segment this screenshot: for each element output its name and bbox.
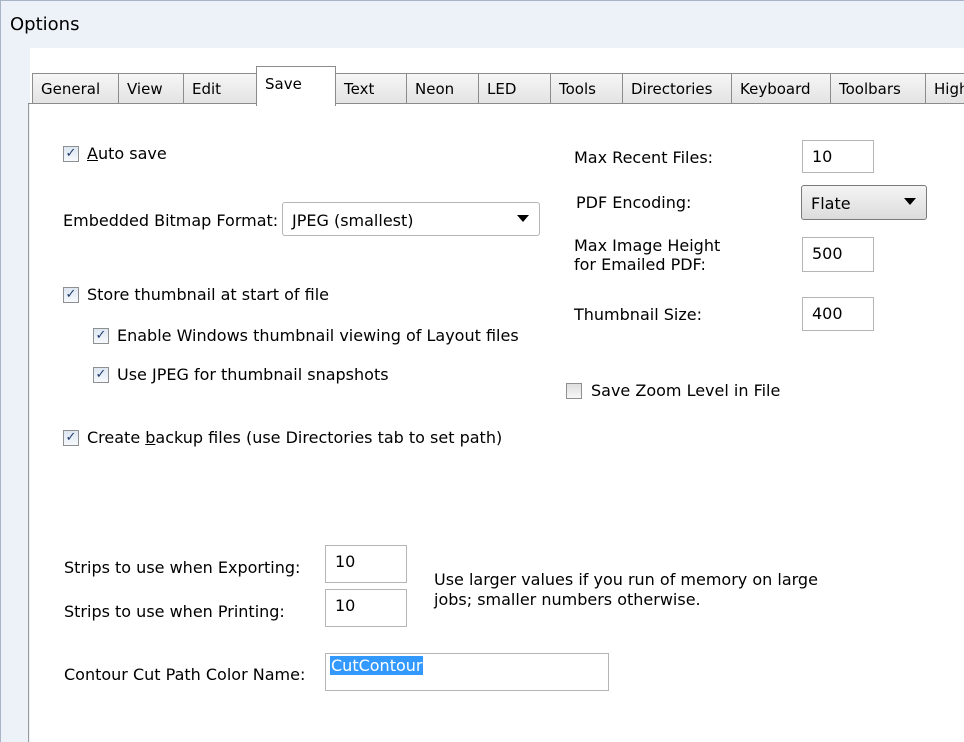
strips-note-line1: Use larger values if you run of memory o…: [434, 570, 818, 589]
use-jpeg-thumbnail-checkbox[interactable]: ✓: [93, 367, 109, 383]
bitmap-format-select[interactable]: JPEG (smallest): [282, 202, 540, 236]
tab-directories[interactable]: Directories: [622, 73, 732, 104]
pdf-encoding-value: Flate: [811, 194, 851, 213]
store-thumbnail-checkbox[interactable]: ✓: [63, 287, 79, 303]
bitmap-format-value: JPEG (smallest): [292, 211, 414, 230]
tab-keyboard[interactable]: Keyboard: [731, 73, 831, 104]
checkmark-icon: ✓: [65, 146, 77, 161]
strips-export-input[interactable]: 10: [325, 545, 407, 583]
tab-neon[interactable]: Neon: [406, 73, 479, 104]
tab-text[interactable]: Text: [335, 73, 407, 104]
chevron-down-icon: [904, 198, 916, 205]
auto-save-label: Auto save: [87, 144, 167, 163]
checkmark-icon: ✓: [65, 430, 77, 445]
enable-windows-thumbnail-checkbox[interactable]: ✓: [93, 328, 109, 344]
tab-label: Tools: [559, 80, 596, 98]
max-recent-files-label: Max Recent Files:: [574, 148, 714, 167]
tab-label: General: [41, 80, 101, 98]
max-recent-files-input[interactable]: 10: [802, 140, 874, 173]
contour-cut-input[interactable]: CutContour: [325, 653, 609, 691]
create-backup-label-accel: b: [145, 428, 156, 447]
strips-print-label: Strips to use when Printing:: [64, 602, 285, 621]
tab-save[interactable]: Save: [256, 66, 336, 106]
tab-toolbars[interactable]: Toolbars: [830, 73, 926, 104]
contour-cut-value: CutContour: [330, 656, 424, 675]
max-image-height-label-line1: Max Image Height: [574, 236, 721, 255]
tab-label: Keyboard: [740, 80, 811, 98]
window-frame-left: [0, 48, 30, 742]
tab-content-border: [28, 103, 964, 104]
create-backup-label-pre: Create: [87, 428, 146, 447]
contour-cut-label: Contour Cut Path Color Name:: [64, 665, 306, 684]
checkmark-icon: ✓: [95, 328, 107, 343]
tab-tools[interactable]: Tools: [550, 73, 623, 104]
chevron-down-icon: [517, 215, 529, 222]
window-title: Options: [10, 14, 80, 35]
tab-label: LED: [487, 80, 517, 98]
create-backup-label: Create backup files (use Directories tab…: [87, 428, 502, 447]
enable-windows-thumbnail-label: Enable Windows thumbnail viewing of Layo…: [117, 326, 519, 345]
tab-label: Toolbars: [839, 80, 901, 98]
bitmap-format-label: Embedded Bitmap Format:: [63, 211, 279, 230]
tab-label: Edit: [192, 80, 222, 98]
tab-label: Directories: [631, 80, 713, 98]
thumbnail-size-input[interactable]: 400: [802, 297, 874, 331]
pdf-encoding-label: PDF Encoding:: [576, 193, 692, 212]
strips-note: Use larger values if you run of memory o…: [434, 570, 818, 610]
tab-label: Text: [344, 80, 375, 98]
max-image-height-label: Max Image Height for Emailed PDF:: [574, 236, 720, 274]
save-zoom-level-label: Save Zoom Level in File: [591, 381, 781, 400]
store-thumbnail-label: Store thumbnail at start of file: [87, 285, 329, 304]
create-backup-label-rest: ackup files (use Directories tab to set …: [155, 428, 503, 447]
auto-save-label-accel: A: [87, 144, 98, 163]
strips-print-input[interactable]: 10: [325, 589, 407, 627]
max-image-height-input[interactable]: 500: [802, 237, 874, 272]
tab-strip: General View Edit Save Text Neon LED Too…: [30, 66, 964, 106]
pdf-encoding-select[interactable]: Flate: [801, 185, 927, 220]
checkmark-icon: ✓: [65, 287, 77, 302]
strips-export-label: Strips to use when Exporting:: [64, 558, 301, 577]
tab-view[interactable]: View: [118, 73, 184, 104]
tab-edit[interactable]: Edit: [183, 73, 257, 104]
checkmark-icon: ✓: [95, 367, 107, 382]
tab-high[interactable]: High: [925, 73, 964, 104]
tab-label: High: [934, 80, 964, 98]
tab-label: Neon: [415, 80, 455, 98]
content-left-border: [28, 103, 29, 742]
max-image-height-label-line2: for Emailed PDF:: [574, 255, 706, 274]
tab-label: View: [127, 80, 163, 98]
use-jpeg-thumbnail-label: Use JPEG for thumbnail snapshots: [117, 365, 389, 384]
auto-save-checkbox[interactable]: ✓: [63, 146, 79, 162]
auto-save-label-rest: uto save: [97, 144, 167, 163]
tab-led[interactable]: LED: [478, 73, 551, 104]
save-zoom-level-checkbox[interactable]: [566, 383, 582, 399]
strips-note-line2: jobs; smaller numbers otherwise.: [434, 590, 701, 609]
tab-label: Save: [265, 75, 302, 93]
title-bar: Options: [0, 0, 964, 48]
tab-general[interactable]: General: [32, 73, 119, 104]
thumbnail-size-label: Thumbnail Size:: [574, 305, 702, 324]
create-backup-checkbox[interactable]: ✓: [63, 430, 79, 446]
